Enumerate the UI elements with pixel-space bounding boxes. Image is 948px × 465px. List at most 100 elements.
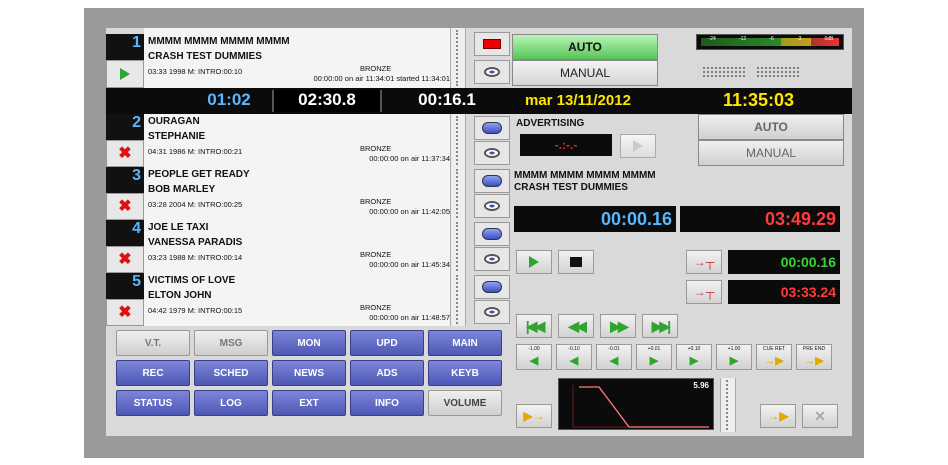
- row-action-button[interactable]: ✖: [106, 299, 144, 326]
- track-category: BRONZE: [360, 144, 392, 153]
- row-action-button[interactable]: ✖: [106, 193, 144, 220]
- cue-icon: ◀: [609, 354, 619, 367]
- clock-bar: mar 13/11/2012 11:35:03: [513, 88, 852, 114]
- stop-transport-button[interactable]: [558, 250, 594, 274]
- function-button-rec[interactable]: REC: [116, 360, 190, 386]
- stop-icon: [483, 39, 501, 49]
- function-button-info[interactable]: INFO: [350, 390, 424, 416]
- nowplaying-title: MMMM MMMM MMMM MMMM: [514, 170, 656, 181]
- move-up-button[interactable]: [474, 169, 510, 193]
- preview-button[interactable]: [474, 60, 510, 84]
- advertising-manual-button[interactable]: MANUAL: [698, 140, 844, 166]
- track-info: 04:42 1979 M: INTRO:00:15: [148, 306, 243, 315]
- end-marker-button[interactable]: →┬: [686, 280, 722, 304]
- auto-mode-button[interactable]: AUTO: [512, 34, 658, 60]
- cue-label: +0.01: [647, 346, 661, 352]
- preview-button[interactable]: [474, 194, 510, 218]
- move-up-button[interactable]: [474, 275, 510, 299]
- cue-label: -0.01: [608, 346, 620, 352]
- cue-icon: ▶: [729, 354, 739, 367]
- row-number: 3: [106, 167, 144, 193]
- preview-button[interactable]: [474, 247, 510, 271]
- stop-button[interactable]: [474, 32, 510, 56]
- cue-button[interactable]: -0.01 ◀: [596, 344, 632, 370]
- function-button-mon[interactable]: MON: [272, 330, 346, 356]
- insert-button[interactable]: ▶→: [516, 404, 552, 428]
- function-button-upd[interactable]: UPD: [350, 330, 424, 356]
- skip-end-button[interactable]: ▶▶|: [642, 314, 678, 338]
- track-title: JOE LE TAXI: [148, 222, 209, 233]
- forward-button[interactable]: ▶▶: [600, 314, 636, 338]
- rewind-icon: ◀◀: [568, 317, 586, 334]
- cue-button[interactable]: +1.00 ▶: [716, 344, 752, 370]
- eye-icon: [484, 67, 500, 77]
- cue-button[interactable]: -1.00 ◀: [516, 344, 552, 370]
- eye-icon: [484, 307, 500, 317]
- function-button-msg[interactable]: MSG: [194, 330, 268, 356]
- preview-button[interactable]: [474, 141, 510, 165]
- insert-end-button[interactable]: →▶: [760, 404, 796, 428]
- cue-button[interactable]: PRE END →▶: [796, 344, 832, 370]
- row-volume-slider[interactable]: [450, 28, 466, 88]
- row-action-button[interactable]: ✖: [106, 246, 144, 273]
- advertising-auto-button[interactable]: AUTO: [698, 114, 844, 140]
- track-onair: 00:00:00 on air 11:37:34: [369, 154, 450, 163]
- remove-icon: ✕: [814, 407, 826, 424]
- forward-icon: ▶▶: [610, 317, 628, 334]
- cue-icon: →▶: [804, 354, 824, 367]
- skip-start-button[interactable]: |◀◀: [516, 314, 552, 338]
- play-button[interactable]: [516, 250, 552, 274]
- function-button-vt[interactable]: V.T.: [116, 330, 190, 356]
- marker-icon: →┬: [693, 255, 715, 269]
- delete-icon: ✖: [118, 303, 132, 321]
- function-button-sched[interactable]: SCHED: [194, 360, 268, 386]
- cue-label: CUE RET: [763, 346, 785, 352]
- remove-button[interactable]: ✕: [802, 404, 838, 428]
- track-onair: 00:00:00 on air 11:45:34: [369, 260, 450, 269]
- function-button-ads[interactable]: ADS: [350, 360, 424, 386]
- function-button-news[interactable]: NEWS: [272, 360, 346, 386]
- cue-label: -0.10: [568, 346, 580, 352]
- preview-button[interactable]: [474, 300, 510, 324]
- cue-icon: ◀: [529, 354, 539, 367]
- delete-icon: ✖: [118, 250, 132, 268]
- advertising-lcd: -.:-.-: [520, 134, 612, 156]
- function-button-volume[interactable]: VOLUME: [428, 390, 502, 416]
- skip-start-icon: |◀◀: [525, 317, 546, 334]
- row-action-button[interactable]: [106, 60, 144, 88]
- row-volume-slider[interactable]: [450, 220, 466, 273]
- cue-button[interactable]: +0.10 ▶: [676, 344, 712, 370]
- insert-icon: ▶→: [523, 409, 545, 423]
- track-onair: 00:00:00 on air 11:42:05: [369, 207, 450, 216]
- cue-button[interactable]: +0.01 ▶: [636, 344, 672, 370]
- row-number: 5: [106, 273, 144, 299]
- cue-label: +1.00: [727, 346, 741, 352]
- track-artist: STEPHANIE: [148, 131, 206, 142]
- manual-mode-button[interactable]: MANUAL: [512, 60, 658, 86]
- function-button-keyb[interactable]: KEYB: [428, 360, 502, 386]
- nowplaying-artist: CRASH TEST DUMMIES: [514, 182, 628, 193]
- move-up-button[interactable]: [474, 222, 510, 246]
- cue-button[interactable]: -0.10 ◀: [556, 344, 592, 370]
- delete-icon: ✖: [118, 197, 132, 215]
- function-button-ext[interactable]: EXT: [272, 390, 346, 416]
- cue-button[interactable]: CUE RET →▶: [756, 344, 792, 370]
- waveform-slider[interactable]: [720, 378, 736, 432]
- vu-scale: -24 -12 -6 -3 0dB: [708, 36, 834, 42]
- row-volume-slider[interactable]: [450, 167, 466, 220]
- function-button-status[interactable]: STATUS: [116, 390, 190, 416]
- function-button-main[interactable]: MAIN: [428, 330, 502, 356]
- rewind-button[interactable]: ◀◀: [558, 314, 594, 338]
- advertising-play-button[interactable]: [620, 134, 656, 158]
- row-volume-slider[interactable]: [450, 273, 466, 326]
- track-title: PEOPLE GET READY: [148, 169, 250, 180]
- function-button-log[interactable]: LOG: [194, 390, 268, 416]
- cue-icon: ◀: [569, 354, 579, 367]
- move-up-button[interactable]: [474, 116, 510, 140]
- row-action-button[interactable]: ✖: [106, 140, 144, 167]
- delete-icon: ✖: [118, 144, 132, 162]
- waveform-display: 5.96: [558, 378, 714, 430]
- intro-marker-button[interactable]: →┬: [686, 250, 722, 274]
- row-volume-slider[interactable]: [450, 114, 466, 167]
- track-category: BRONZE: [360, 197, 392, 206]
